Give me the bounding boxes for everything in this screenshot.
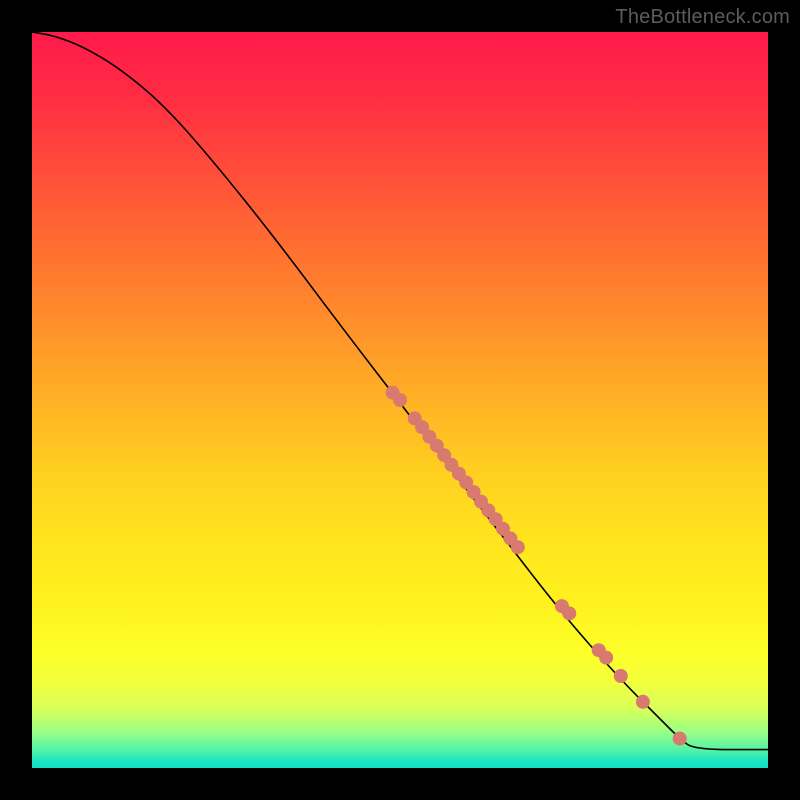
watermark-text: TheBottleneck.com: [615, 6, 790, 29]
chart-plot-area: [32, 32, 768, 768]
scatter-dot: [562, 606, 576, 620]
chart-frame: TheBottleneck.com: [0, 0, 800, 800]
chart-svg: [32, 32, 768, 768]
scatter-dot: [673, 732, 687, 746]
scatter-dot: [599, 651, 613, 665]
scatter-dots-group: [386, 386, 687, 746]
scatter-dot: [511, 540, 525, 554]
scatter-dot: [614, 669, 628, 683]
scatter-dot: [636, 695, 650, 709]
scatter-dot: [393, 393, 407, 407]
bottleneck-curve: [32, 32, 768, 750]
